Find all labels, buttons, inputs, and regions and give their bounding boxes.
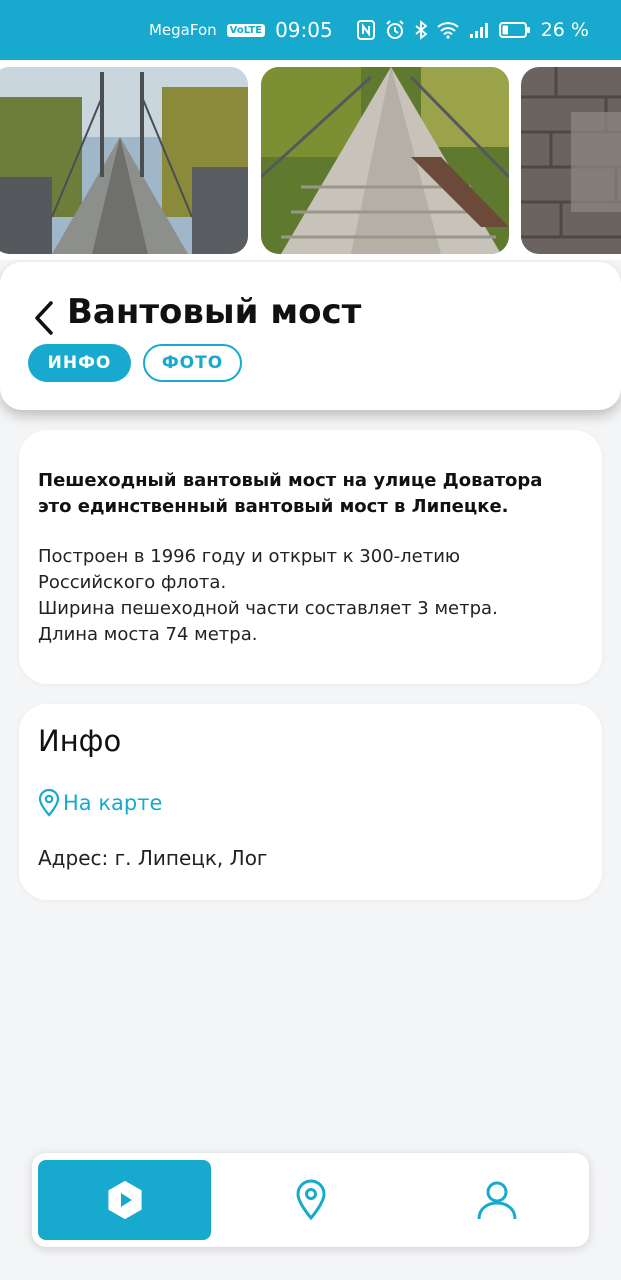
gallery-photo[interactable] [261, 67, 509, 254]
tab-info[interactable]: ИНФО [28, 344, 131, 382]
tab-photo[interactable]: ФОТО [143, 344, 242, 382]
bottom-navigation [32, 1153, 589, 1247]
photo-gallery[interactable] [0, 60, 621, 260]
alarm-icon [385, 20, 405, 40]
info-title: Инфо [38, 724, 122, 758]
chevron-left-icon [35, 301, 53, 335]
bluetooth-icon [415, 20, 427, 40]
play-icon [107, 1181, 142, 1219]
description-lead-line: Пешеходный вантовый мост на улице Довато… [38, 470, 543, 491]
nav-map[interactable] [224, 1160, 397, 1240]
back-button[interactable] [28, 298, 58, 338]
volte-badge: VoLTE [226, 23, 266, 37]
description-body-line: Построен в 1996 году и открыт к 300-лети… [38, 546, 461, 567]
description-lead: Пешеходный вантовый мост на улице Довато… [38, 468, 583, 520]
header-card: Вантовый мост ИНФО ФОТО [0, 262, 621, 410]
description-body-line: Ширина пешеходной части составляет 3 мет… [38, 598, 498, 619]
nfc-icon [356, 20, 375, 40]
location-pin-icon [295, 1179, 326, 1221]
wifi-icon [437, 21, 459, 39]
description-card: Пешеходный вантовый мост на улице Довато… [19, 430, 602, 684]
nav-profile[interactable] [410, 1160, 583, 1240]
info-card: Инфо На карте Адрес: г. Липецк, Лог [19, 704, 602, 900]
status-bar: MegaFon VoLTE 09:05 26 % [0, 0, 621, 60]
description-body-line: Длина моста 74 метра. [38, 624, 258, 645]
gallery-photo[interactable] [0, 67, 248, 254]
person-icon [477, 1181, 516, 1220]
gallery-photo[interactable] [521, 67, 621, 254]
battery-percent: 26 % [540, 19, 589, 41]
description-body: Построен в 1996 году и открыт к 300-лети… [38, 544, 583, 648]
signal-icon [469, 21, 489, 39]
description-lead-line: это единственный вантовый мост в Липецке… [38, 496, 509, 517]
status-time: 09:05 [275, 18, 333, 42]
app-screen: MegaFon VoLTE 09:05 26 % Вантовый мост И… [0, 0, 621, 1280]
map-link[interactable]: На карте [38, 789, 162, 817]
carrier-name: MegaFon [148, 21, 217, 39]
page-title: Вантовый мост [67, 292, 362, 332]
nav-play[interactable] [38, 1160, 211, 1240]
location-pin-icon [38, 789, 60, 817]
map-link-label: На карте [63, 791, 163, 815]
battery-icon [498, 21, 531, 39]
address-text: Адрес: г. Липецк, Лог [38, 846, 268, 870]
description-body-line: Российского флота. [38, 572, 227, 593]
